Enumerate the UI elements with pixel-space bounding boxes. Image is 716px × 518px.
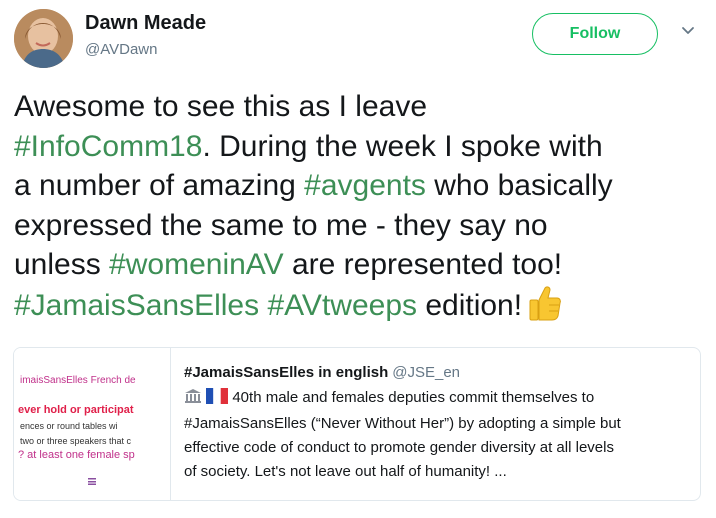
france-flag-icon xyxy=(206,388,229,412)
quoted-text-line: effective code of conduct to promote gen… xyxy=(184,439,614,456)
quoted-user-name[interactable]: #JamaisSansElles in english xyxy=(184,364,388,381)
hashtag-link[interactable]: #JamaisSansElles xyxy=(14,289,259,322)
tweet-line: Awesome to see this as I leave xyxy=(14,87,704,127)
quoted-tweet-body: #JamaisSansElles in english @JSE_en 40th … xyxy=(184,364,694,484)
chevron-down-icon[interactable] xyxy=(681,24,695,38)
image-text: imaisSansElles French de xyxy=(20,375,136,386)
hashtag-link[interactable]: #avgents xyxy=(304,169,426,202)
classical-building-icon xyxy=(184,388,202,412)
quoted-tweet-header: #JamaisSansElles in english @JSE_en xyxy=(184,364,694,382)
image-text: two or three speakers that c xyxy=(20,436,132,446)
tweet-line: unless #womeninAV are represented too! xyxy=(14,245,704,285)
quoted-user-handle[interactable]: @JSE_en xyxy=(392,364,460,381)
tweet-text-segment: are represented too! xyxy=(283,248,563,281)
tweet-line: expressed the same to me - they say no xyxy=(14,206,704,246)
tweet-line: #JamaisSansElles #AVtweeps edition! xyxy=(14,285,704,332)
image-text: ences or round tables wi xyxy=(20,421,118,431)
image-text: ever hold or participat xyxy=(18,404,134,416)
quoted-text-line: #JamaisSansElles (“Never Without Her”) b… xyxy=(184,415,621,432)
tweet-text-segment: edition! xyxy=(417,288,523,322)
tweet-text-segment: who basically xyxy=(425,169,613,202)
tweet-text-segment: a number of amazing xyxy=(14,169,305,202)
quoted-tweet-text: 40th male and females deputies commit th… xyxy=(184,386,694,484)
quoted-text-line: 40th male and females deputies commit th… xyxy=(184,386,694,412)
thumbs-up-icon xyxy=(528,285,562,332)
tweet-line: #InfoComm18. During the week I spoke wit… xyxy=(14,127,704,167)
quoted-tweet-card[interactable]: imaisSansElles French de ever hold or pa… xyxy=(13,347,701,501)
tweet-text-segment: . During the week I spoke with xyxy=(202,129,603,163)
user-handle[interactable]: @AVDawn xyxy=(85,41,157,58)
tweet-line: a number of amazing #avgents who basical… xyxy=(14,166,704,206)
avatar[interactable] xyxy=(14,9,73,68)
tweet-text-segment: expressed the same to me - they say no xyxy=(14,208,548,242)
user-name[interactable]: Dawn Meade xyxy=(85,12,206,35)
hashtag-link[interactable]: #AVtweeps xyxy=(267,289,417,322)
quoted-tweet-image[interactable]: imaisSansElles French de ever hold or pa… xyxy=(14,348,171,500)
hashtag-link[interactable]: #InfoComm18 xyxy=(14,130,202,163)
tweet-text-segment: unless xyxy=(14,248,110,281)
image-logo-icon xyxy=(88,472,96,485)
quoted-text-segment: 40th male and females deputies commit th… xyxy=(232,389,595,406)
hashtag-link[interactable]: #womeninAV xyxy=(109,248,284,281)
follow-button[interactable]: Follow xyxy=(532,13,658,55)
tweet-text-segment: Awesome to see this as I leave xyxy=(14,90,427,123)
quoted-text-line: of society. Let's not leave out half of … xyxy=(184,463,507,480)
image-text: ? at least one female sp xyxy=(18,449,135,461)
tweet-text: Awesome to see this as I leave #InfoComm… xyxy=(14,87,704,331)
